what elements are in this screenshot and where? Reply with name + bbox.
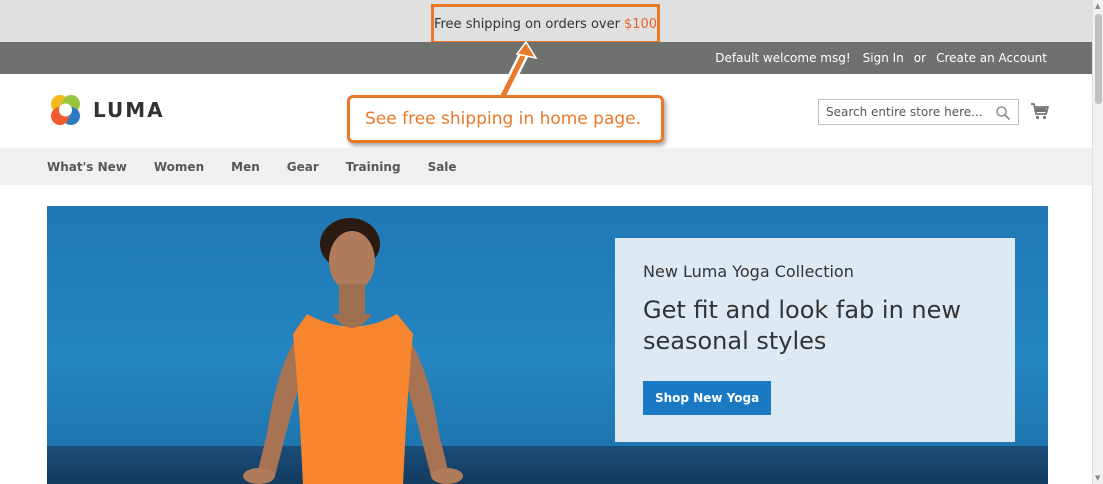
hero-subtitle: New Luma Yoga Collection (643, 262, 854, 281)
hero-banner[interactable]: New Luma Yoga Collection Get fit and loo… (47, 206, 1048, 484)
yoga-model-image (243, 218, 463, 484)
header-links: Default welcome msg! Sign In or Create a… (715, 42, 1047, 74)
nav-item-whats-new[interactable]: What's New (47, 160, 127, 174)
promo-text: Free shipping on orders over (433, 16, 620, 32)
luma-logo-icon (51, 95, 80, 125)
search-input[interactable] (826, 105, 991, 119)
create-account-link[interactable]: Create an Account (936, 51, 1047, 65)
logo-text: LUMA (93, 98, 165, 122)
scroll-up-arrow-icon[interactable]: ▲ (1095, 2, 1100, 10)
free-shipping-promo: Free shipping on orders over $100 (431, 4, 660, 44)
nav-item-gear[interactable]: Gear (287, 160, 319, 174)
shop-new-yoga-button[interactable]: Shop New Yoga (643, 381, 772, 415)
page-scrollbar[interactable]: ▲ ▼ (1092, 0, 1103, 484)
hero-promo-card: New Luma Yoga Collection Get fit and loo… (615, 238, 1015, 442)
or-separator: or (913, 51, 927, 65)
promo-amount: $100 (623, 16, 658, 32)
callout-text: See free shipping in home page. (365, 109, 642, 129)
search-icon[interactable] (995, 105, 1011, 121)
annotation-callout: See free shipping in home page. (347, 95, 664, 143)
nav-item-men[interactable]: Men (231, 160, 260, 174)
store-logo[interactable]: LUMA (47, 92, 165, 128)
nav-item-women[interactable]: Women (154, 160, 204, 174)
header-panel: Default welcome msg! Sign In or Create a… (0, 42, 1092, 74)
cart-icon[interactable] (1030, 101, 1050, 121)
sign-in-link[interactable]: Sign In (863, 51, 904, 65)
hero-title: Get fit and look fab in new seasonal sty… (643, 296, 962, 355)
scroll-thumb[interactable] (1095, 14, 1102, 104)
scroll-down-arrow-icon[interactable]: ▼ (1095, 474, 1100, 482)
nav-item-sale[interactable]: Sale (428, 160, 457, 174)
main-navigation: What's New Women Men Gear Training Sale (0, 148, 1092, 185)
nav-item-training[interactable]: Training (346, 160, 401, 174)
welcome-message: Default welcome msg! (715, 51, 851, 65)
search-box[interactable] (818, 99, 1019, 125)
